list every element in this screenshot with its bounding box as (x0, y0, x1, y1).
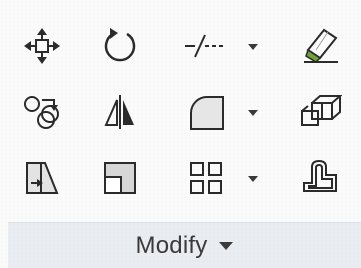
copy-icon (20, 90, 64, 134)
3d-array-icon (298, 91, 342, 133)
chevron-down-icon (248, 37, 258, 55)
trim-extend-icon (181, 25, 227, 67)
chevron-down-icon (248, 103, 258, 121)
fillet-dropdown[interactable] (246, 105, 260, 119)
scale-button[interactable] (92, 150, 148, 206)
panel-expand-icon (219, 241, 234, 250)
rotate-button[interactable] (92, 18, 148, 74)
chevron-down-icon (248, 169, 258, 187)
erase-icon (298, 24, 342, 68)
panel-title: Modify (135, 231, 208, 259)
offset-button[interactable] (292, 150, 348, 206)
stretch-icon (21, 157, 63, 199)
copy-button[interactable] (14, 84, 70, 140)
offset-icon (298, 157, 342, 199)
panel-title-bar[interactable]: Modify (8, 222, 361, 268)
stretch-button[interactable] (14, 150, 70, 206)
3d-array-button[interactable] (292, 84, 348, 140)
array-icon (186, 158, 226, 198)
trim-extend-dropdown[interactable] (246, 39, 260, 53)
mirror-icon (99, 91, 141, 133)
mirror-button[interactable] (92, 84, 148, 140)
move-icon (21, 25, 63, 67)
array-button[interactable] (178, 150, 234, 206)
array-dropdown[interactable] (246, 171, 260, 185)
fillet-button[interactable] (178, 84, 234, 140)
scale-icon (99, 157, 141, 199)
erase-button[interactable] (292, 18, 348, 74)
rotate-icon (99, 25, 141, 67)
fillet-icon (185, 91, 227, 133)
trim-extend-button[interactable] (176, 18, 232, 74)
modify-panel: Modify (0, 0, 361, 268)
move-button[interactable] (14, 18, 70, 74)
